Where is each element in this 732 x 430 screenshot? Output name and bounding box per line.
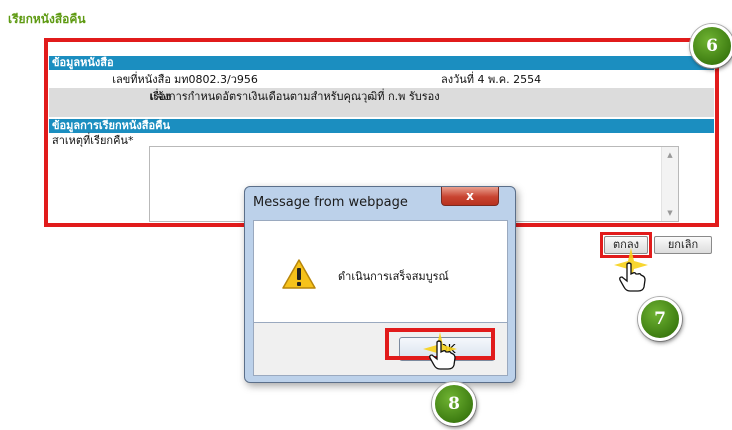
dialog-title: Message from webpage [253, 195, 408, 210]
step-badge-6: 6 [690, 24, 732, 68]
step-badge-7: 7 [638, 297, 682, 341]
dialog-close-button[interactable]: x [441, 187, 499, 206]
dialog-message: ดำเนินการเสร็จสมบูรณ์ [338, 270, 449, 283]
cancel-button[interactable]: ยกเลิก [654, 236, 712, 254]
hand-cursor-icon [619, 262, 646, 292]
page-title: เรียกหนังสือคืน [8, 12, 86, 26]
warning-icon [282, 259, 316, 289]
hand-cursor-icon [429, 340, 456, 370]
dialog-body: ดำเนินการเสร็จสมบูรณ์ [253, 220, 508, 323]
step-badge-8: 8 [432, 382, 476, 426]
